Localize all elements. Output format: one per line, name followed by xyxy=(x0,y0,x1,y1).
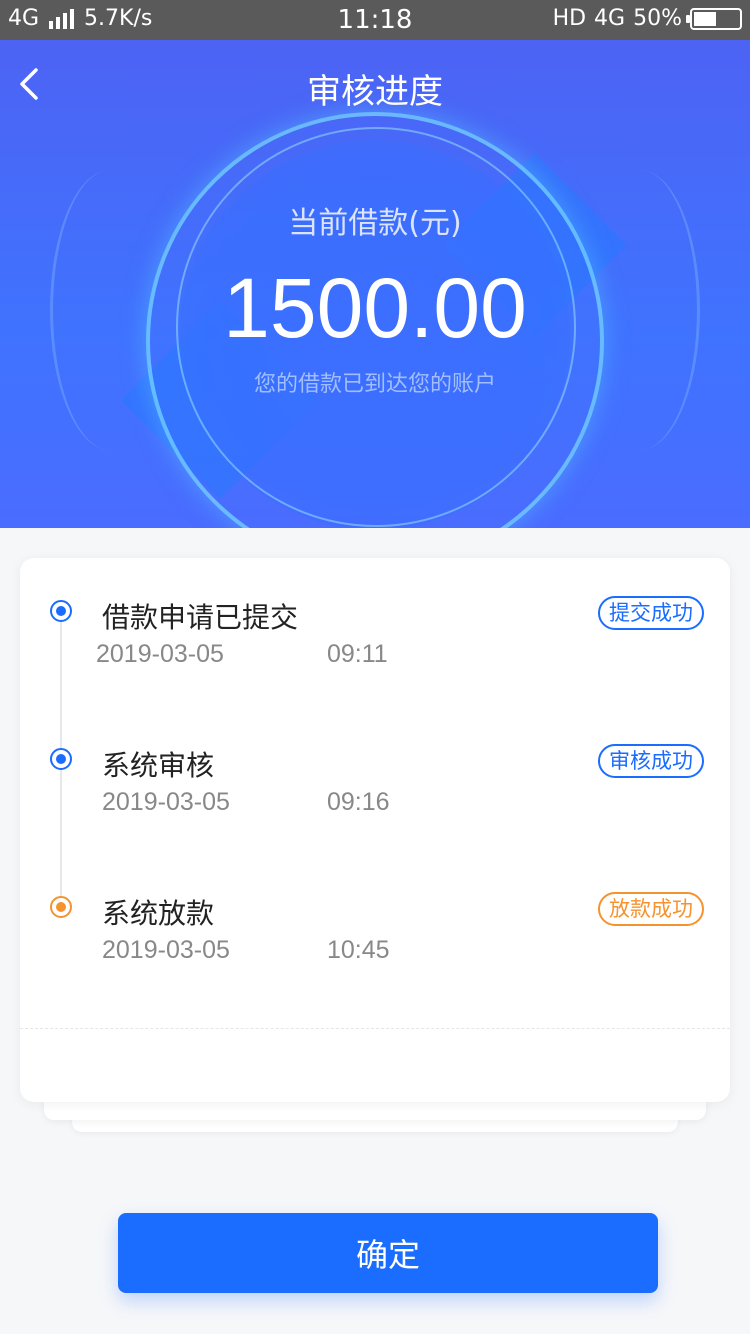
hero-header: 审核进度 当前借款(元) 1500.00 您的借款已到达您的账户 xyxy=(0,40,750,528)
timeline-step: 系统放款 2019-03-05 10:45 放款成功 xyxy=(20,892,730,992)
timeline-step: 借款申请已提交 2019-03-05 09:11 提交成功 xyxy=(20,596,730,696)
network-type-right: 4G xyxy=(594,6,626,31)
step-title: 借款申请已提交 xyxy=(102,601,299,634)
status-right: HD 4G 50% xyxy=(553,6,742,31)
step-date: 2019-03-05 xyxy=(96,640,224,668)
amount-label: 当前借款(元) xyxy=(288,206,462,241)
step-time: 09:16 xyxy=(327,788,390,816)
step-title: 系统审核 xyxy=(102,749,215,782)
confirm-button[interactable]: 确定 xyxy=(118,1213,658,1293)
status-badge: 放款成功 xyxy=(598,892,704,926)
step-time: 09:11 xyxy=(327,640,388,668)
amount-note: 您的借款已到达您的账户 xyxy=(253,372,496,397)
status-badge: 审核成功 xyxy=(598,744,704,778)
step-dot-icon xyxy=(50,896,72,918)
divider xyxy=(20,1028,730,1029)
step-date: 2019-03-05 xyxy=(102,936,230,964)
step-dot-icon xyxy=(50,748,72,770)
status-badge: 提交成功 xyxy=(598,596,704,630)
battery-percent: 50% xyxy=(633,6,682,31)
page-title: 审核进度 xyxy=(307,72,443,112)
loan-amount: 1500.00 xyxy=(223,261,527,355)
step-title: 系统放款 xyxy=(102,897,215,930)
hd-indicator: HD xyxy=(552,6,587,31)
battery-icon xyxy=(686,7,742,30)
step-date: 2019-03-05 xyxy=(102,788,230,816)
battery-fill xyxy=(694,11,716,26)
step-dot-icon xyxy=(50,600,72,622)
timeline-step: 系统审核 2019-03-05 09:16 审核成功 xyxy=(20,744,730,844)
step-time: 10:45 xyxy=(327,936,390,964)
status-bar: 4G 5.7K/s 11:18 HD 4G 50% xyxy=(0,0,750,40)
progress-card: 借款申请已提交 2019-03-05 09:11 提交成功 系统审核 2019-… xyxy=(20,558,730,1102)
